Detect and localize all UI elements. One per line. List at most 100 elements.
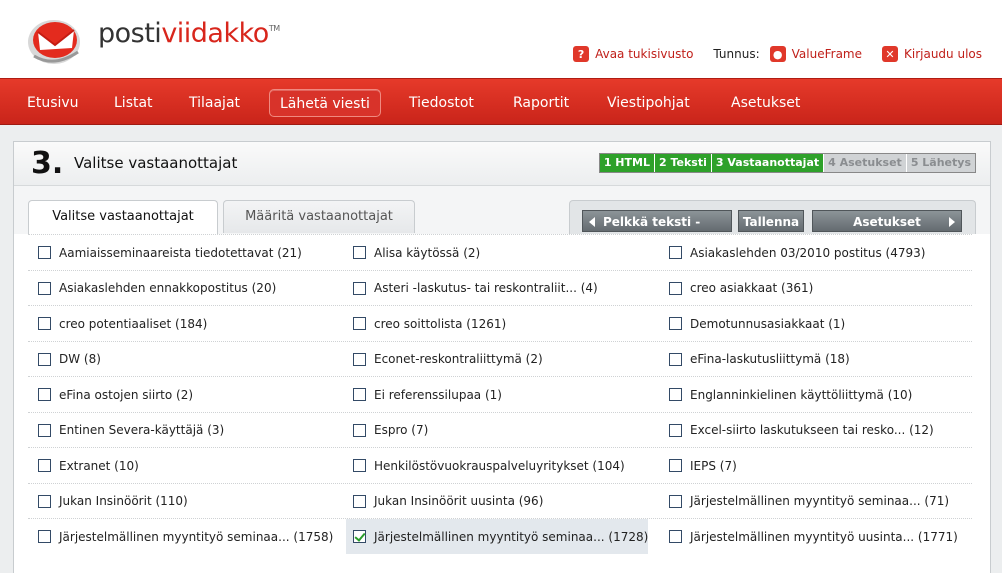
- list-checkbox[interactable]: [353, 352, 366, 366]
- nav-item-tiedostot[interactable]: Tiedostot: [399, 89, 484, 117]
- wizard-step-asetukset: 4 Asetukset: [824, 154, 907, 172]
- plain-text-version-button[interactable]: Pelkkä teksti -versio: [582, 210, 732, 251]
- list-row: Asiakaslehden ennakkopostitus (20) Aster…: [28, 269, 972, 306]
- list-item[interactable]: Henkilöstövuokrauspalveluyritykset (104): [353, 448, 625, 483]
- recipients-panel: 3. Valitse vastaanottajat 1 HTML 2 Tekst…: [13, 141, 991, 573]
- list-item[interactable]: creo asiakkaat (361): [669, 271, 813, 306]
- nav-item-asetukset[interactable]: Asetukset: [721, 89, 810, 117]
- arrow-right-icon: [949, 217, 955, 227]
- list-checkbox[interactable]: [669, 459, 682, 472]
- close-icon: ✕: [882, 46, 898, 62]
- postiviidakko-logo[interactable]: [24, 12, 88, 66]
- list-checkbox[interactable]: [38, 459, 51, 472]
- list-checkbox[interactable]: [669, 246, 682, 259]
- action-button-bar: Pelkkä teksti -versio Tallenna Asetukset: [569, 200, 976, 251]
- nav-item-listat[interactable]: Listat: [104, 89, 163, 117]
- account-label: Tunnus:: [713, 47, 760, 61]
- list-checkbox[interactable]: [669, 388, 682, 401]
- list-item[interactable]: Jukan Insinöörit (110): [38, 484, 188, 519]
- list-item[interactable]: Englanninkielinen käyttöliittymä (10): [669, 377, 912, 412]
- user-icon: ●: [769, 46, 786, 62]
- wizard-step-vastaanottajat[interactable]: 3 Vastaanottajat: [711, 154, 825, 172]
- list-item[interactable]: Järjestelmällinen myyntityö seminaa... (…: [38, 519, 333, 554]
- main-navigation: Etusivu Listat Tilaajat Lähetä viesti Ti…: [0, 78, 1002, 125]
- list-item[interactable]: Järjestelmällinen myyntityö uusinta... (…: [669, 519, 958, 554]
- step-number: 3.: [31, 146, 64, 181]
- list-item[interactable]: IEPS (7): [669, 448, 737, 483]
- list-checkbox[interactable]: [38, 317, 51, 330]
- list-checkbox[interactable]: [353, 423, 366, 437]
- list-item[interactable]: DW (8): [38, 342, 101, 377]
- tab-define-recipients[interactable]: Määritä vastaanottajat: [223, 200, 415, 233]
- list-checkbox[interactable]: [38, 494, 51, 508]
- list-item[interactable]: Asiakaslehden ennakkopostitus (20): [38, 271, 276, 306]
- wizard-step-html[interactable]: 1 HTML: [599, 154, 655, 172]
- settings-next-button[interactable]: Asetukset: [812, 210, 962, 232]
- list-item[interactable]: Aamiaisseminaareista tiedotettavat (21): [38, 235, 302, 270]
- tab-select-recipients[interactable]: Valitse vastaanottajat: [28, 200, 218, 234]
- brand-name: postiviidakkoTM: [98, 18, 280, 49]
- list-checkbox[interactable]: [38, 246, 51, 259]
- list-item[interactable]: Asteri -laskutus- tai reskontraliit... (…: [353, 271, 598, 306]
- header: postiviidakkoTM ? Avaa tukisivusto Tunnu…: [0, 0, 1002, 78]
- nav-item-tilaajat[interactable]: Tilaajat: [179, 89, 250, 117]
- list-checkbox[interactable]: [38, 281, 51, 295]
- list-checkbox[interactable]: [669, 494, 682, 508]
- list-item[interactable]: Ei referenssilupaa (1): [353, 377, 502, 412]
- list-checkbox[interactable]: [669, 352, 682, 366]
- list-checkbox[interactable]: [38, 530, 51, 543]
- list-checkbox[interactable]: [38, 352, 51, 366]
- nav-item-etusivu[interactable]: Etusivu: [17, 89, 89, 117]
- list-checkbox[interactable]: [669, 281, 682, 295]
- nav-item-raportit[interactable]: Raportit: [503, 89, 579, 117]
- list-item[interactable]: Econet-reskontraliittymä (2): [353, 342, 543, 377]
- list-row: DW (8) Econet-reskontraliittymä (2) eFin…: [28, 340, 972, 377]
- list-item[interactable]: Järjestelmällinen myyntityö seminaa... (…: [669, 484, 949, 519]
- save-button[interactable]: Tallenna: [738, 210, 804, 232]
- list-row: creo potentiaaliset (184) creo soittolis…: [28, 305, 972, 341]
- list-item[interactable]: creo soittolista (1261): [353, 306, 506, 341]
- list-row: Järjestelmällinen myyntityö seminaa... (…: [28, 518, 972, 554]
- list-row: Entinen Severa-käyttäjä (3) Espro (7) Ex…: [28, 411, 972, 448]
- list-item[interactable]: Espro (7): [353, 413, 428, 448]
- list-item[interactable]: eFina-laskutusliittymä (18): [669, 342, 850, 377]
- list-checkbox-checked[interactable]: [353, 530, 366, 543]
- list-checkbox[interactable]: [353, 317, 366, 330]
- top-navigation: ? Avaa tukisivusto Tunnus: ● ValueFrame …: [573, 45, 982, 63]
- help-icon: ?: [573, 46, 590, 62]
- wizard-steps: 1 HTML 2 Teksti 3 Vastaanottajat 4 Asetu…: [598, 153, 976, 173]
- list-item[interactable]: eFina ostojen siirto (2): [38, 377, 193, 412]
- list-row: Extranet (10) Henkilöstövuokrauspalveluy…: [28, 447, 972, 483]
- nav-item-viestipohjat[interactable]: Viestipohjat: [597, 89, 700, 117]
- nav-item-laheta-viesti[interactable]: Lähetä viesti: [269, 89, 381, 117]
- list-checkbox[interactable]: [669, 317, 682, 330]
- list-checkbox[interactable]: [353, 494, 366, 508]
- list-checkbox[interactable]: [669, 530, 682, 543]
- list-item[interactable]: Excel-siirto laskutukseen tai resko... (…: [669, 413, 934, 448]
- support-link[interactable]: Avaa tukisivusto: [595, 47, 693, 61]
- list-checkbox[interactable]: [353, 388, 366, 401]
- list-checkbox[interactable]: [38, 388, 51, 401]
- list-item[interactable]: Asiakaslehden 03/2010 postitus (4793): [669, 235, 925, 270]
- list-checkbox[interactable]: [669, 423, 682, 437]
- account-link[interactable]: ValueFrame: [792, 47, 862, 61]
- list-item[interactable]: Alisa käytössä (2): [353, 235, 480, 270]
- list-checkbox[interactable]: [353, 281, 366, 295]
- list-checkbox[interactable]: [38, 423, 51, 437]
- panel-header: 3. Valitse vastaanottajat 1 HTML 2 Tekst…: [14, 142, 990, 186]
- list-row: eFina ostojen siirto (2) Ei referenssilu…: [28, 376, 972, 412]
- wizard-step-teksti[interactable]: 2 Teksti: [654, 154, 712, 172]
- page-title: Valitse vastaanottajat: [74, 154, 238, 172]
- list-item[interactable]: Entinen Severa-käyttäjä (3): [38, 413, 224, 448]
- list-checkbox[interactable]: [353, 246, 366, 259]
- list-checkbox[interactable]: [353, 459, 366, 472]
- wizard-step-lahetys: 5 Lähetys: [906, 154, 975, 172]
- list-item[interactable]: Demotunnusasiakkaat (1): [669, 306, 845, 341]
- list-item-selected[interactable]: Järjestelmällinen myyntityö seminaa... (…: [346, 519, 648, 554]
- list-item[interactable]: creo potentiaaliset (184): [38, 306, 207, 341]
- list-item[interactable]: Jukan Insinöörit uusinta (96): [353, 484, 543, 519]
- tabs-area: Valitse vastaanottajat Määritä vastaanot…: [14, 186, 990, 251]
- list-item[interactable]: Extranet (10): [38, 448, 139, 483]
- list-row: Aamiaisseminaareista tiedotettavat (21) …: [28, 234, 972, 270]
- logout-link[interactable]: Kirjaudu ulos: [904, 47, 982, 61]
